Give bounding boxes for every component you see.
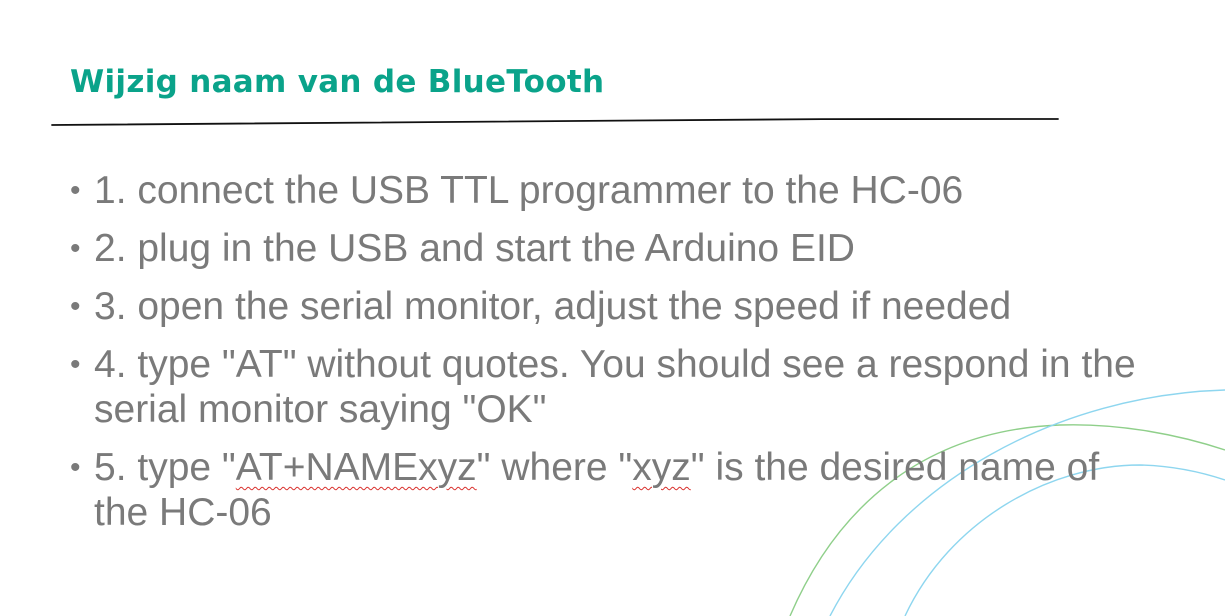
bullet-icon: •: [70, 232, 81, 265]
bullet-icon: •: [70, 290, 81, 323]
spellcheck-word: AT+NAMExyz: [235, 446, 477, 489]
step-text-part: " where ": [476, 446, 633, 489]
step-text: 3. open the serial monitor, adjust the s…: [94, 285, 1012, 328]
list-item: • 2. plug in the USB and start the Ardui…: [70, 226, 1140, 271]
steps-list: • 1. connect the USB TTL programmer to t…: [70, 168, 1140, 548]
step-text: 2. plug in the USB and start the Arduino…: [94, 227, 855, 270]
step-text-part: 5. type ": [94, 446, 236, 489]
step-text: 4. type "AT" without quotes. You should …: [94, 343, 1136, 431]
slide-title: Wijzig naam van de BlueTooth: [70, 64, 605, 100]
list-item: • 5. type "AT+NAMExyz" where "xyz" is th…: [70, 445, 1140, 535]
list-item: • 1. connect the USB TTL programmer to t…: [70, 168, 1140, 213]
spellcheck-word: xyz: [632, 446, 691, 489]
list-item: • 4. type "AT" without quotes. You shoul…: [70, 342, 1140, 432]
bullet-icon: •: [70, 174, 81, 207]
slide: Wijzig naam van de BlueTooth • 1. connec…: [0, 0, 1225, 616]
bullet-icon: •: [70, 451, 81, 484]
bullet-icon: •: [70, 348, 81, 381]
step-text: 1. connect the USB TTL programmer to the…: [94, 169, 964, 212]
step-text: 5. type "AT+NAMExyz" where "xyz" is the …: [94, 446, 1099, 534]
list-item: • 3. open the serial monitor, adjust the…: [70, 284, 1140, 329]
